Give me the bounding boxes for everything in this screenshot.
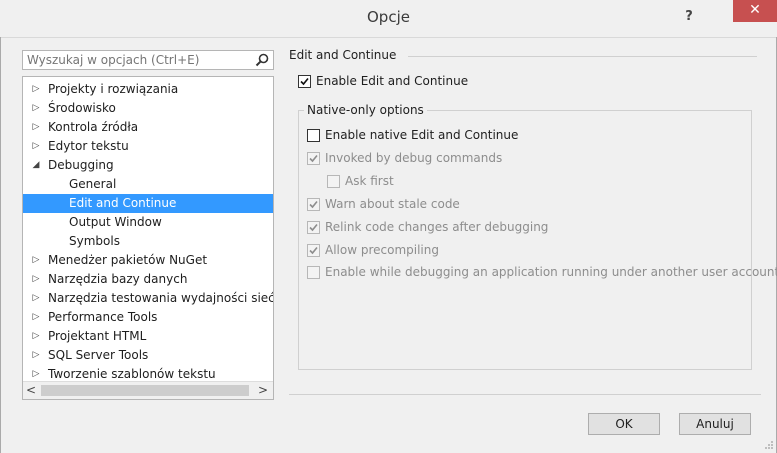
tree-item-label: Projektant HTML	[48, 329, 147, 343]
expand-arrow-icon[interactable]: ▷	[30, 308, 42, 326]
expand-arrow-icon[interactable]: ▷	[30, 346, 42, 364]
search-icon[interactable]	[255, 53, 269, 67]
checkbox-box[interactable]	[327, 175, 340, 188]
checkbox-label: Enable while debugging an application ru…	[325, 265, 777, 279]
checkbox-box[interactable]	[307, 129, 320, 142]
checkbox-box[interactable]	[307, 198, 320, 211]
options-tree[interactable]: ▷ Projekty i rozwiązania ▷ Środowisko ▷ …	[22, 76, 274, 400]
tree-item-output-window[interactable]: Output Window	[23, 213, 273, 232]
close-icon[interactable]: ✕	[749, 2, 761, 18]
expand-arrow-icon[interactable]: ▷	[30, 327, 42, 345]
checkbox-label: Warn about stale code	[325, 197, 460, 211]
window-title: Opcje	[367, 8, 410, 26]
tree-item-label: Narzędzia bazy danych	[48, 272, 188, 286]
tree-item-symbols[interactable]: Symbols	[23, 232, 273, 251]
checkbox-box[interactable]	[307, 244, 320, 257]
scroll-right-icon[interactable]: >	[258, 383, 268, 397]
tree-item-narzedzia-bazy-danych[interactable]: ▷ Narzędzia bazy danych	[23, 270, 273, 289]
checkbox-label: Invoked by debug commands	[325, 151, 503, 165]
tree-item-label: Edytor tekstu	[48, 139, 129, 153]
group-title: Native-only options	[304, 103, 427, 117]
tree-item-projekty[interactable]: ▷ Projekty i rozwiązania	[23, 80, 273, 99]
checkmark-icon	[309, 154, 318, 163]
tree-item-label: Debugging	[48, 158, 114, 172]
checkbox-label: Relink code changes after debugging	[325, 220, 549, 234]
checkbox-box[interactable]	[307, 152, 320, 165]
cancel-button[interactable]: Anuluj	[679, 413, 751, 435]
checkmark-icon	[309, 246, 318, 255]
tree-item-label: Performance Tools	[48, 310, 158, 324]
checkbox-label: Enable Edit and Continue	[316, 74, 469, 88]
tree-item-label: Symbols	[69, 234, 120, 248]
native-options-group	[298, 110, 752, 370]
tree-item-label: Tworzenie szablonów tekstu	[48, 367, 216, 381]
tree-item-srodowisko[interactable]: ▷ Środowisko	[23, 99, 273, 118]
tree-item-label: Menedżer pakietów NuGet	[48, 253, 208, 267]
checkmark-icon	[309, 223, 318, 232]
tree-item-label: Kontrola źródła	[48, 120, 139, 134]
section-title: Edit and Continue	[289, 48, 397, 62]
tree-item-edytor-tekstu[interactable]: ▷ Edytor tekstu	[23, 137, 273, 156]
expand-arrow-icon[interactable]: ▷	[30, 118, 42, 136]
expand-arrow-icon[interactable]: ▷	[30, 289, 42, 307]
tree-item-debugging[interactable]: ◢ Debugging	[23, 156, 273, 175]
horizontal-scrollbar[interactable]: < >	[23, 381, 273, 399]
collapse-arrow-icon[interactable]: ◢	[30, 156, 42, 174]
tree-list: ▷ Projekty i rozwiązania ▷ Środowisko ▷ …	[23, 80, 274, 384]
tree-item-label: Środowisko	[48, 101, 116, 115]
scroll-left-icon[interactable]: <	[26, 383, 36, 397]
checkbox-label: Ask first	[345, 174, 394, 188]
expand-arrow-icon[interactable]: ▷	[30, 99, 42, 117]
tree-item-general[interactable]: General	[23, 175, 273, 194]
search-input[interactable]	[27, 53, 247, 67]
checkbox-box[interactable]	[307, 221, 320, 234]
section-divider	[408, 56, 757, 57]
tree-item-label: Edit and Continue	[69, 196, 177, 210]
tree-item-projektant-html[interactable]: ▷ Projektant HTML	[23, 327, 273, 346]
close-button[interactable]: ✕	[733, 0, 777, 22]
tree-item-label: Output Window	[69, 215, 162, 229]
expand-arrow-icon[interactable]: ▷	[30, 137, 42, 155]
checkbox-label: Allow precompiling	[325, 243, 439, 257]
tree-item-performance-tools[interactable]: ▷ Performance Tools	[23, 308, 273, 327]
checkbox-box[interactable]	[298, 75, 311, 88]
tree-item-nuget[interactable]: ▷ Menedżer pakietów NuGet	[23, 251, 273, 270]
tree-item-narzedzia-testowania[interactable]: ▷ Narzędzia testowania wydajności sieć W…	[23, 289, 274, 308]
checkbox-box[interactable]	[307, 266, 320, 279]
tree-item-edit-and-continue[interactable]: Edit and Continue	[23, 194, 273, 213]
bottom-divider	[289, 394, 761, 395]
tree-item-label: General	[69, 177, 117, 191]
checkbox-label: Enable native Edit and Continue	[325, 128, 519, 142]
expand-arrow-icon[interactable]: ▷	[30, 251, 42, 269]
tree-item-kontrola-zrodla[interactable]: ▷ Kontrola źródła	[23, 118, 273, 137]
title-bar: Opcje ? ✕	[0, 0, 777, 38]
resize-grip-icon[interactable]	[764, 440, 774, 450]
help-button[interactable]: ?	[677, 6, 701, 28]
ok-button[interactable]: OK	[588, 413, 660, 435]
tree-item-label: SQL Server Tools	[48, 348, 149, 362]
tree-item-sql-server-tools[interactable]: ▷ SQL Server Tools	[23, 346, 273, 365]
checkmark-icon	[300, 77, 309, 86]
checkmark-icon	[309, 200, 318, 209]
tree-item-label: Narzędzia testowania wydajności sieć Web	[48, 291, 274, 305]
scrollbar-thumb[interactable]	[41, 385, 249, 396]
search-box[interactable]	[22, 50, 274, 70]
expand-arrow-icon[interactable]: ▷	[30, 270, 42, 288]
expand-arrow-icon[interactable]: ▷	[30, 80, 42, 98]
tree-item-label: Projekty i rozwiązania	[48, 82, 179, 96]
